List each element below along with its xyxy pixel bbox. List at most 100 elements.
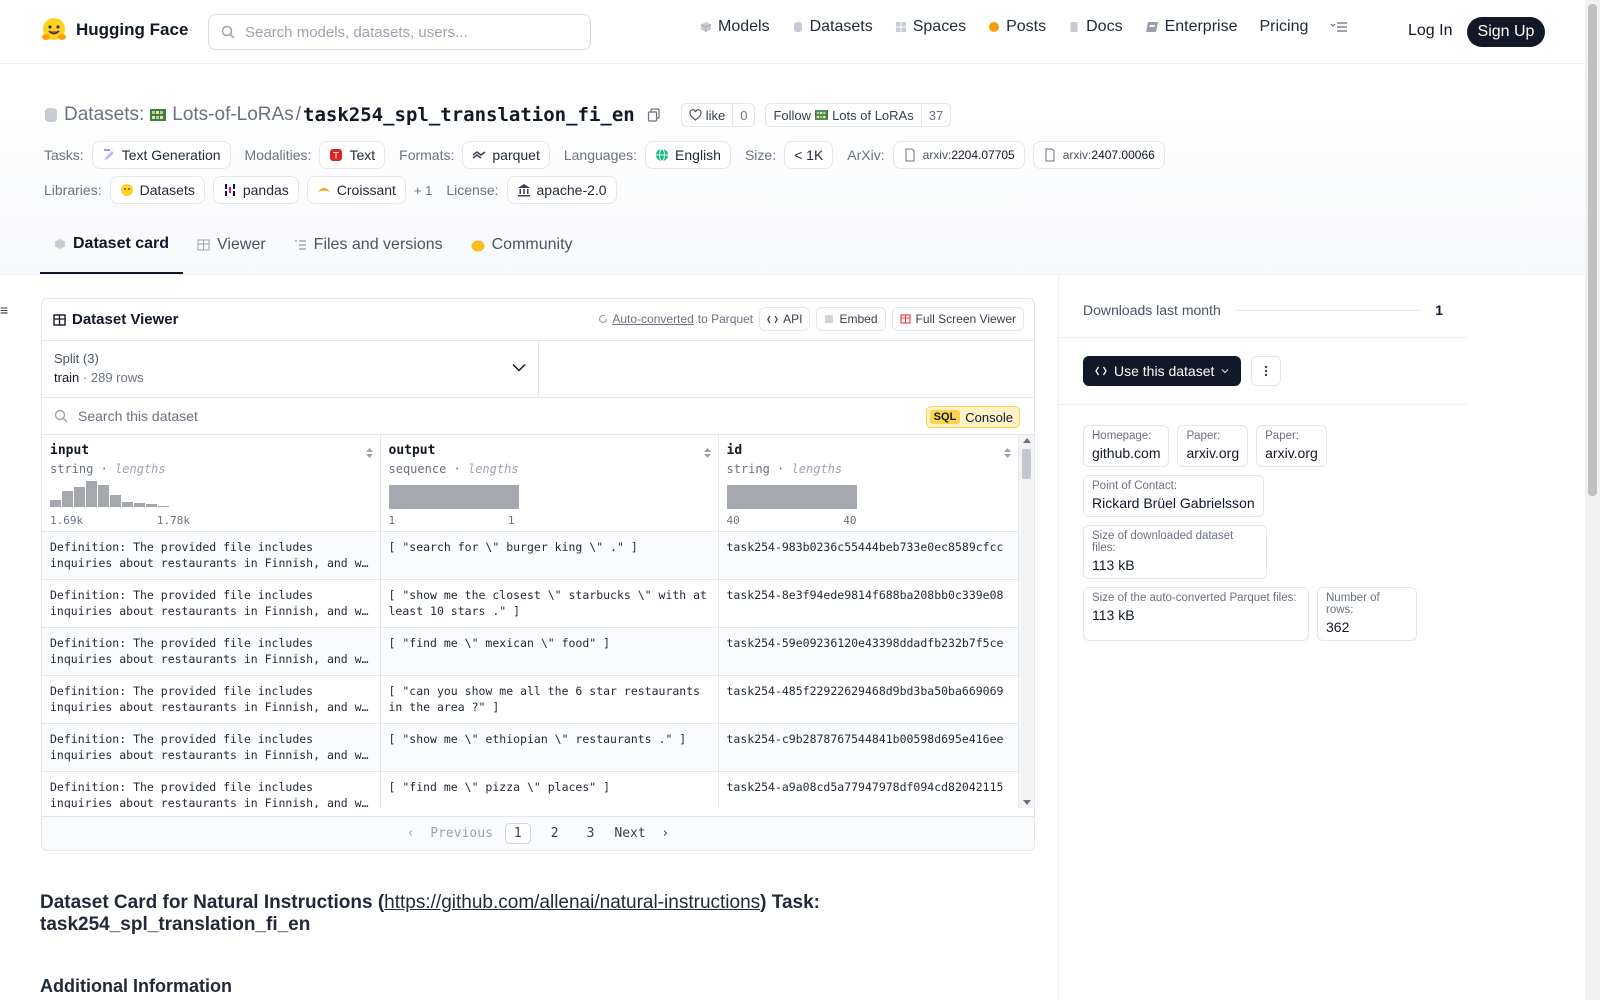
pagination-next[interactable]: Next › (614, 826, 669, 841)
library-tag-datasets[interactable]: Datasets (109, 176, 205, 204)
cell-input[interactable]: Definition: The provided file includes i… (42, 531, 381, 580)
repo-name[interactable]: task254_spl_translation_fi_en (303, 104, 635, 126)
cell-id[interactable]: task254-983b0236c55444beb733e0ec8589cfcc (718, 531, 1018, 580)
cell-input[interactable]: Definition: The provided file includes i… (42, 627, 381, 676)
api-button-label: API (783, 312, 803, 326)
table-row[interactable]: Definition: The provided file includes i… (42, 771, 1018, 808)
pagination-page[interactable]: 1 (504, 823, 531, 844)
modality-tag[interactable]: T Text (319, 141, 386, 169)
cell-output[interactable]: [ "find me \" pizza \" places" ] (380, 771, 719, 808)
tab-community[interactable]: Community (457, 228, 587, 274)
library-tag-croissant-label: Croissant (336, 182, 396, 198)
cell-output[interactable]: [ "show me \" ethiopian \" restaurants .… (380, 723, 719, 772)
scroll-thumb[interactable] (1022, 449, 1031, 479)
pagination-page[interactable]: 3 (579, 824, 603, 843)
card-title-pre: Dataset Card for Natural Instructions ( (40, 892, 385, 913)
cell-id[interactable]: task254-8e3f94ede9814f688ba208bb0c339e08 (718, 579, 1018, 628)
sql-console-button[interactable]: SQL Console (925, 406, 1020, 428)
license-tag[interactable]: apache-2.0 (506, 176, 617, 204)
column-header-id[interactable]: id string · lengths 40 40 (718, 435, 1018, 532)
nav-models[interactable]: Models (700, 18, 770, 36)
auto-converted-link[interactable]: Auto-converted (612, 312, 693, 326)
table-row[interactable]: Definition: The provided file includes i… (42, 579, 1018, 628)
sort-icon[interactable] (1003, 447, 1012, 459)
sort-icon[interactable] (365, 447, 374, 459)
breadcrumb-owner[interactable]: Lots-of-LoRAs (172, 104, 293, 126)
copy-icon[interactable] (647, 108, 661, 122)
arxiv-tag-2[interactable]: arxiv: 2407.00066 (1032, 141, 1165, 169)
homepage-box[interactable]: Homepage: github.com (1083, 425, 1170, 467)
nav-enterprise[interactable]: Enterprise (1145, 18, 1237, 36)
library-more-count[interactable]: + 1 (414, 183, 432, 198)
pagination-page[interactable]: 2 (543, 824, 567, 843)
cell-output[interactable]: [ "search for \" burger king \" ." ] (380, 531, 719, 580)
signup-button[interactable]: Sign Up (1467, 17, 1545, 47)
chat-bubble-icon (989, 22, 1000, 32)
paper-box[interactable]: Paper: arxiv.org (1256, 425, 1327, 467)
library-tag-pandas[interactable]: pandas (212, 176, 299, 204)
split-selector[interactable]: Split (3) train · 289 rows (42, 341, 539, 397)
language-tag[interactable]: English (645, 141, 731, 169)
breadcrumb-section[interactable]: Datasets: (64, 104, 144, 126)
size-tag[interactable]: < 1K (784, 141, 834, 169)
arxiv-tag-1[interactable]: arxiv: 2204.07705 (892, 141, 1025, 169)
hugging-face-small-icon (120, 184, 133, 196)
global-search[interactable] (208, 14, 591, 50)
task-tag[interactable]: Text Generation (91, 141, 231, 169)
cell-output[interactable]: [ "find me \" mexican \" food" ] (380, 627, 719, 676)
table-scrollbar[interactable] (1018, 435, 1034, 808)
column-header-output[interactable]: output sequence · lengths 11 (380, 435, 719, 532)
tab-files[interactable]: Files and versions (280, 228, 457, 274)
cell-output[interactable]: [ "can you show me all the 6 star restau… (380, 675, 719, 724)
library-tag-croissant[interactable]: Croissant (306, 176, 406, 204)
brand-link[interactable]: Hugging Face (40, 16, 188, 44)
embed-button[interactable]: Embed (816, 307, 886, 331)
natural-instructions-link[interactable]: https://github.com/allenai/natural-instr… (384, 892, 760, 913)
cell-input[interactable]: Definition: The provided file includes i… (42, 723, 381, 772)
point-of-contact-box[interactable]: Point of Contact: Rickard Brüel Gabrielss… (1083, 475, 1264, 517)
cell-text: Definition: The provided file includes i… (50, 731, 369, 762)
cell-input[interactable]: Definition: The provided file includes i… (42, 579, 381, 628)
sort-icon[interactable] (703, 447, 712, 459)
cell-output[interactable]: [ "show me the closest \" starbucks \" w… (380, 579, 719, 628)
paper-box[interactable]: Paper: arxiv.org (1177, 425, 1249, 467)
toc-toggle-icon[interactable]: ≡ (0, 302, 8, 318)
follow-button[interactable]: Follow Lots of LoRAs 37 (765, 103, 952, 127)
cell-input[interactable]: Definition: The provided file includes i… (42, 675, 381, 724)
page-scrollbar[interactable] (1585, 0, 1600, 1000)
nav-spaces[interactable]: Spaces (895, 18, 966, 36)
login-link[interactable]: Log In (1408, 22, 1452, 40)
use-this-dataset-button[interactable]: Use this dataset (1083, 356, 1242, 386)
nav-posts[interactable]: Posts (988, 18, 1046, 36)
page-scroll-thumb[interactable] (1588, 4, 1597, 496)
global-search-input[interactable] (245, 23, 575, 41)
cell-input[interactable]: Definition: The provided file includes i… (42, 771, 381, 808)
api-button[interactable]: API (759, 307, 811, 331)
cell-id[interactable]: task254-59e09236120e43398ddadfb232b7f5ce (718, 627, 1018, 676)
table-row[interactable]: Definition: The provided file includes i… (42, 627, 1018, 676)
nav-datasets[interactable]: Datasets (792, 18, 873, 36)
tab-viewer[interactable]: Viewer (183, 228, 280, 274)
more-options-button[interactable] (1251, 356, 1282, 386)
column-header-input[interactable]: input string · lengths 1.69k 1.78k (42, 435, 381, 532)
pagination-previous[interactable]: ‹ Previous (407, 826, 493, 841)
cell-id[interactable]: task254-a9a08cd5a77947978df094cd82042115 (718, 771, 1018, 808)
table-row[interactable]: Definition: The provided file includes i… (42, 531, 1018, 580)
tab-dataset-card[interactable]: Dataset card (40, 228, 184, 274)
like-button[interactable]: like 0 (680, 103, 756, 127)
nav-more-menu[interactable] (1330, 21, 1348, 33)
table-row[interactable]: Definition: The provided file includes i… (42, 723, 1018, 772)
scroll-up-icon[interactable] (1023, 438, 1031, 443)
nav-docs[interactable]: Docs (1068, 18, 1123, 36)
pandas-icon (224, 184, 235, 196)
scroll-down-icon[interactable] (1023, 800, 1031, 805)
cell-id[interactable]: task254-c9b2878767544841b00598d695e416ee (718, 723, 1018, 772)
dataset-search-input[interactable] (78, 408, 678, 424)
nav-pricing[interactable]: Pricing (1259, 18, 1308, 36)
table-row[interactable]: Definition: The provided file includes i… (42, 675, 1018, 724)
refresh-icon (599, 314, 608, 324)
fullscreen-viewer-button[interactable]: Full Screen Viewer (891, 307, 1024, 331)
cell-id[interactable]: task254-485f22922629468d9bd3ba50ba669069 (718, 675, 1018, 724)
format-tag[interactable]: parquet (462, 141, 550, 169)
dataset-search[interactable]: SQL Console (42, 398, 1034, 435)
